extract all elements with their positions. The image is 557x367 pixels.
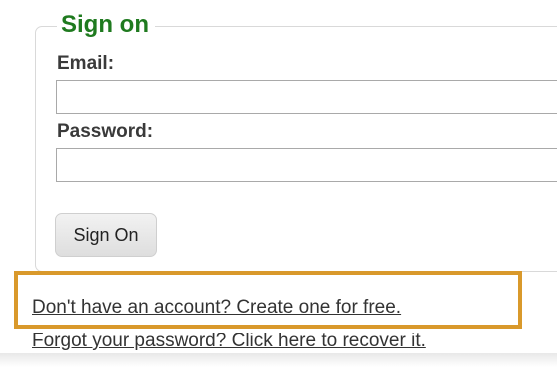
- email-field[interactable]: [56, 80, 557, 114]
- sign-on-button[interactable]: Sign On: [55, 213, 157, 257]
- bottom-shadow: [0, 353, 557, 367]
- forgot-password-link[interactable]: Forgot your password? Click here to reco…: [32, 333, 426, 352]
- password-field[interactable]: [56, 148, 557, 182]
- sign-on-title: Sign on: [57, 8, 155, 42]
- password-label: Password:: [57, 121, 154, 142]
- create-account-link[interactable]: Don't have an account? Create one for fr…: [32, 297, 401, 319]
- sign-on-page: Sign on Email: Password: Sign On Don't h…: [0, 0, 557, 367]
- email-label: Email:: [57, 53, 115, 74]
